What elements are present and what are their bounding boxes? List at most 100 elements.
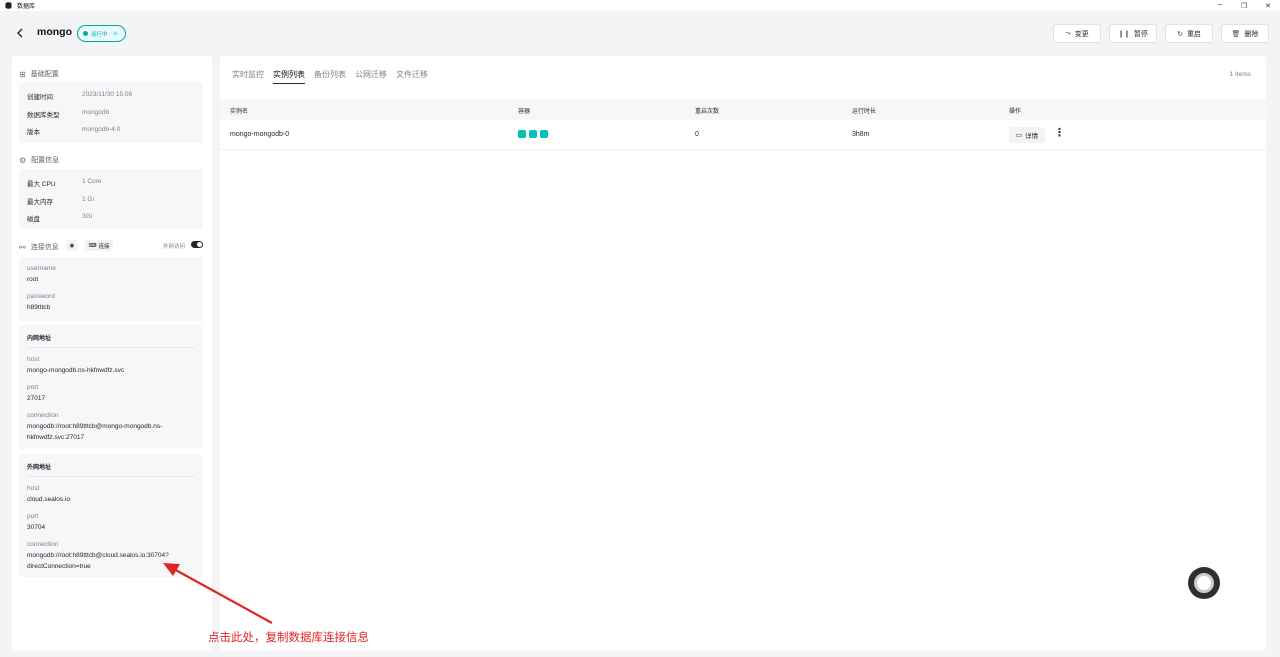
kv-row: 版本 mongodb-4.0	[27, 126, 120, 136]
page-header: mongo 运行中 ✧ ⤳ 变更 ❙❙ 暂停 ↻ 重启 🗑 删除	[0, 11, 1280, 56]
config-info-title-text: 配置信息	[31, 157, 60, 164]
info-sidebar: ⊞ 基础配置 创建时间 2023/11/30 15:06 数据库类型 mongodb…	[12, 56, 212, 651]
detail-button[interactable]: ▭ 详情	[1009, 127, 1045, 143]
column-header: 操作	[1009, 109, 1022, 115]
external-connection-line2[interactable]: directConnection=true	[27, 561, 91, 572]
username-value[interactable]: root	[27, 274, 38, 285]
pause-icon: ❙❙	[1118, 30, 1130, 38]
pause-label: 暂停	[1133, 30, 1148, 38]
more-options-button[interactable]: ⋮	[1054, 126, 1065, 142]
kv-key: 最大内存	[27, 199, 53, 206]
credentials-box[interactable]: username root password h89tttcb	[19, 257, 203, 321]
kv-key: 磁盘	[27, 216, 40, 223]
host-label: host	[27, 485, 40, 492]
database-icon	[5, 2, 12, 9]
change-button[interactable]: ⤳ 变更	[1053, 24, 1101, 43]
kv-value: mongodb-4.0	[82, 126, 121, 133]
restore-button[interactable]: ❐	[1232, 0, 1256, 11]
restart-icon: ↻	[1177, 30, 1183, 38]
container-status-icon	[540, 130, 548, 138]
internal-address-title: 内网地址	[27, 336, 52, 342]
kv-row: 数据库类型 mongodb	[27, 109, 109, 119]
container-status-icon	[529, 130, 537, 138]
password-value[interactable]: h89tttcb	[27, 302, 50, 313]
link-icon: ⚯	[19, 242, 26, 252]
change-icon: ⤳	[1065, 29, 1071, 37]
annotation-text: 点击此处，复制数据库连接信息	[208, 632, 369, 644]
tab-instances[interactable]: 实例列表	[273, 69, 305, 84]
show-password-button[interactable]: ◉	[66, 240, 78, 251]
divider	[27, 476, 195, 477]
minimize-button[interactable]: ─	[1208, 0, 1232, 11]
external-port-value[interactable]: 30704	[27, 522, 45, 533]
kv-value: mongodb	[82, 109, 110, 116]
eye-icon: ◉	[69, 242, 75, 249]
tab-bar: 实时监控 实例列表 备份列表 公网迁移 文件迁移	[232, 69, 428, 84]
pause-button[interactable]: ❙❙ 暂停	[1109, 24, 1157, 43]
container-status-icon	[518, 130, 526, 138]
connect-button[interactable]: ⌨ 连接	[85, 240, 113, 251]
close-button[interactable]: ✕	[1256, 0, 1280, 11]
uptime: 3h8m	[852, 131, 870, 138]
username-label: username	[27, 265, 56, 272]
status-text: 运行中	[91, 31, 108, 38]
kv-row: 最大内存 1 Gi	[27, 196, 94, 206]
internal-address-box[interactable]: 内网地址 host mongo-mongodb.ns-hkfnwdfz.svc …	[19, 325, 203, 449]
kv-value: 1 Gi	[82, 196, 94, 203]
gear-icon: ⚙	[19, 155, 27, 165]
column-header: 容器	[518, 109, 531, 115]
tab-public-migration[interactable]: 公网迁移	[355, 69, 387, 84]
table-row: mongo-mongodb-0 0 3h8m ▭ 详情 ⋮	[220, 120, 1266, 150]
external-address-box[interactable]: 外网地址 host cloud.sealos.io port 30704 con…	[19, 454, 203, 577]
table-header: 实例名 容器 重启次数 运行时长 操作	[220, 99, 1266, 120]
kv-row: 最大 CPU 1 Core	[27, 178, 102, 188]
internal-host-value[interactable]: mongo-mongodb.ns-hkfnwdfz.svc	[27, 365, 124, 376]
port-label: port	[27, 384, 39, 391]
external-host-value[interactable]: cloud.sealos.io	[27, 494, 70, 505]
external-access-label: 外网访问	[163, 244, 186, 250]
restart-count: 0	[695, 131, 699, 138]
assistant-icon	[1194, 573, 1214, 593]
kv-value: 2023/11/30 15:06	[82, 91, 133, 98]
kv-key: 数据库类型	[27, 112, 60, 119]
host-label: host	[27, 356, 40, 363]
items-count: 1 Items	[1229, 71, 1251, 78]
column-header: 实例名	[230, 109, 249, 115]
kv-value: 3Gi	[82, 213, 93, 220]
basic-config-title-text: 基础配置	[30, 71, 59, 78]
container-status	[518, 130, 548, 138]
restart-button[interactable]: ↻ 重启	[1165, 24, 1213, 43]
connection-info-title-text: 连接信息	[30, 244, 59, 251]
port-label: port	[27, 513, 39, 520]
tab-monitor[interactable]: 实时监控	[232, 69, 264, 84]
detail-icon: ▭	[1015, 132, 1023, 139]
external-address-title: 外网地址	[27, 465, 52, 471]
sparkle-icon: ✧	[112, 30, 119, 38]
connection-label: connection	[27, 412, 59, 419]
basic-config-title: ⊞ 基础配置	[19, 69, 59, 79]
connect-label: 连接	[98, 243, 110, 250]
column-header: 运行时长	[852, 109, 877, 115]
config-info-box: 最大 CPU 1 Core 最大内存 1 Gi 磁盘 3Gi	[19, 169, 203, 229]
kv-row: 磁盘 3Gi	[27, 213, 92, 223]
external-access-toggle[interactable]	[191, 241, 203, 248]
kv-value: 1 Core	[82, 178, 102, 185]
delete-button[interactable]: 🗑 删除	[1221, 24, 1269, 43]
back-button[interactable]	[13, 25, 27, 41]
kv-key: 创建时间	[27, 94, 53, 101]
detail-label: 详情	[1025, 133, 1039, 140]
internal-port-value[interactable]: 27017	[27, 393, 45, 404]
connection-info-title: ⚯ 连接信息	[19, 242, 59, 252]
connection-label: connection	[27, 541, 59, 548]
internal-connection-line1[interactable]: mongodb://root:h89tttcb@mongo-mongodb.ns…	[27, 421, 162, 432]
internal-connection-line2[interactable]: hkfnwdfz.svc:27017	[27, 432, 84, 443]
terminal-icon: ⌨	[88, 242, 97, 249]
restart-label: 重启	[1186, 30, 1201, 38]
divider	[27, 347, 195, 348]
tab-backups[interactable]: 备份列表	[314, 69, 346, 84]
floating-assistant-button[interactable]	[1188, 567, 1220, 599]
kv-key: 最大 CPU	[27, 181, 56, 188]
tab-file-migration[interactable]: 文件迁移	[396, 69, 428, 84]
basic-config-box: 创建时间 2023/11/30 15:06 数据库类型 mongodb 版本 mong…	[19, 82, 203, 143]
external-connection-line1[interactable]: mongodb://root:h89tttcb@cloud.sealos.io:…	[27, 550, 169, 561]
